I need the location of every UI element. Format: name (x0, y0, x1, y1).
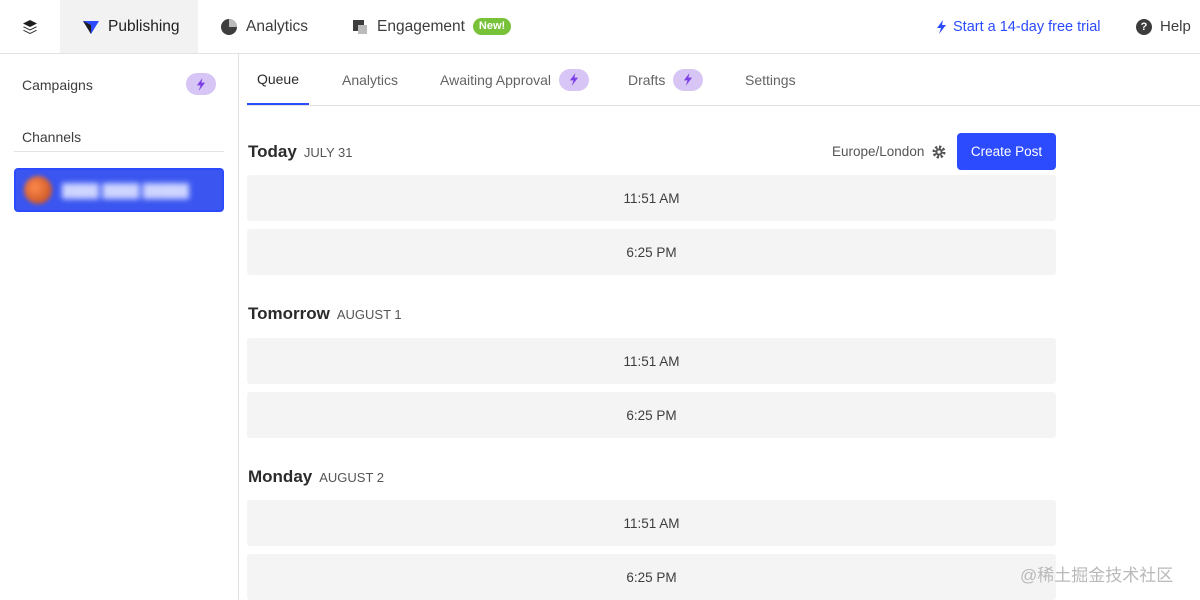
channel-card[interactable]: ████ ████ █████ (14, 168, 224, 212)
channel-name-redacted: ████ ████ █████ (62, 182, 189, 198)
queue-slot[interactable]: 6:25 PM (247, 229, 1056, 275)
publishing-subtabs: Queue Analytics Awaiting Approval Drafts… (247, 54, 1200, 106)
subtab-awaiting-approval-label: Awaiting Approval (440, 71, 552, 88)
lightning-icon (936, 19, 947, 34)
create-post-button[interactable]: Create Post (957, 133, 1056, 170)
subtab-queue[interactable]: Queue (247, 54, 309, 105)
timezone-selector[interactable]: Europe/London (832, 144, 946, 159)
channel-avatar (24, 176, 52, 204)
engagement-icon (351, 18, 369, 36)
subtab-awaiting-approval[interactable]: Awaiting Approval (440, 54, 590, 105)
help-label: Help (1160, 18, 1191, 35)
sidebar-item-channels: Channels (22, 129, 81, 145)
gear-icon (932, 145, 946, 159)
day-header-tomorrow: Tomorrow AUGUST 1 (248, 304, 402, 324)
queue-slot[interactable]: 11:51 AM (247, 338, 1056, 384)
queue-slot[interactable]: 6:25 PM (247, 392, 1056, 438)
watermark-text: @稀土掘金技术社区 (1020, 566, 1174, 585)
subtab-queue-label: Queue (256, 70, 300, 87)
publishing-icon (82, 18, 100, 36)
day-date: JULY 31 (303, 145, 353, 160)
day-header-monday: Monday AUGUST 2 (248, 467, 384, 487)
free-trial-link[interactable]: Start a 14-day free trial (936, 0, 1101, 53)
subtab-drafts[interactable]: Drafts (628, 54, 704, 105)
timezone-label: Europe/London (832, 144, 925, 159)
tab-publishing[interactable]: Publishing (60, 0, 198, 53)
help-question-icon: ? (1136, 18, 1152, 35)
stack-layers-icon[interactable] (0, 0, 60, 53)
queue-slot[interactable]: 11:51 AM (247, 175, 1056, 221)
campaigns-label: Campaigns (22, 77, 93, 93)
help-link[interactable]: ? Help (1136, 0, 1191, 53)
awaiting-approval-pro-badge (559, 68, 590, 91)
day-name: Today (248, 142, 297, 161)
day-date: AUGUST 1 (336, 307, 402, 322)
subtab-settings-label: Settings (745, 71, 796, 88)
new-badge: New! (472, 18, 512, 35)
day-date: AUGUST 2 (319, 470, 385, 485)
subtab-drafts-label: Drafts (628, 71, 666, 88)
day-name: Monday (248, 467, 313, 486)
sidebar-divider (14, 151, 224, 152)
queue-slot[interactable]: 6:25 PM (247, 554, 1056, 600)
pie-chart-icon (220, 18, 238, 36)
slot-time: 6:25 PM (626, 569, 677, 585)
free-trial-label: Start a 14-day free trial (953, 18, 1101, 35)
tab-engagement-label: Engagement (377, 17, 465, 35)
slot-time: 11:51 AM (623, 515, 680, 531)
slot-time: 6:25 PM (626, 244, 677, 260)
subtab-analytics[interactable]: Analytics (342, 54, 398, 105)
campaigns-pro-badge (186, 73, 216, 95)
subtab-analytics-label: Analytics (342, 71, 399, 88)
tab-publishing-label: Publishing (108, 17, 180, 35)
channels-label: Channels (22, 129, 82, 145)
tab-analytics-label: Analytics (246, 17, 309, 35)
tab-analytics[interactable]: Analytics (220, 0, 308, 53)
sidebar-item-campaigns[interactable]: Campaigns (22, 77, 93, 93)
top-navigation-bar: Publishing Analytics Engagement New! Sta… (0, 0, 1200, 54)
slot-time: 11:51 AM (623, 190, 680, 206)
slot-time: 11:51 AM (623, 353, 680, 369)
drafts-pro-badge (673, 68, 704, 91)
subtab-settings[interactable]: Settings (745, 54, 796, 105)
tab-engagement[interactable]: Engagement New! (351, 0, 512, 53)
slot-time: 6:25 PM (626, 407, 677, 423)
day-header-today: Today JULY 31 (248, 142, 352, 162)
queue-slot[interactable]: 11:51 AM (247, 500, 1056, 546)
day-name: Tomorrow (248, 304, 330, 323)
sidebar: Campaigns Channels ████ ████ █████ (0, 54, 239, 600)
